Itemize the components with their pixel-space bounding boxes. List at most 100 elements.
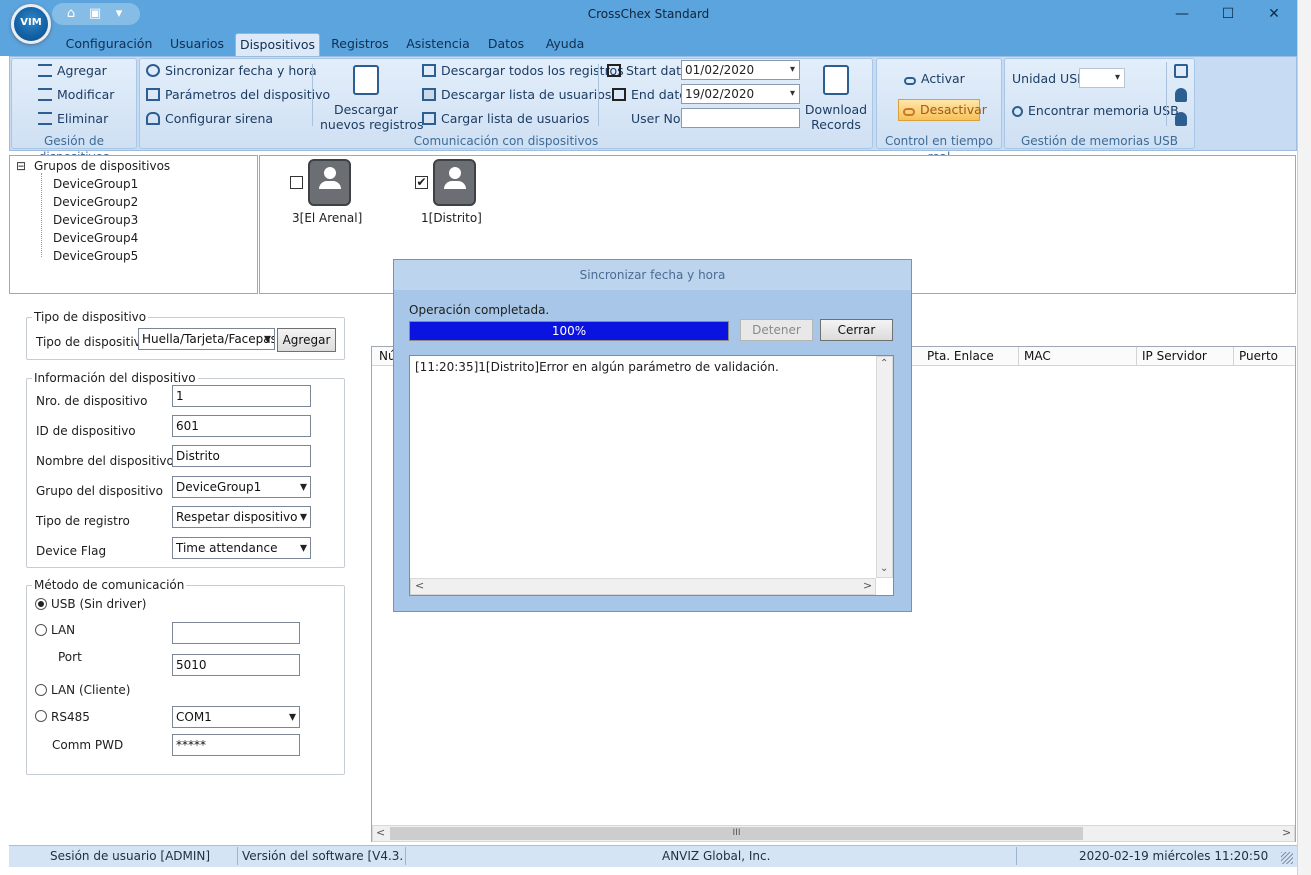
group-label: Control en tiempo real (884, 134, 994, 164)
scroll-up-icon[interactable]: ⌃ (880, 358, 888, 369)
device-number-field[interactable]: 1 (172, 385, 311, 407)
collapse-icon[interactable]: ⊟ (16, 159, 26, 173)
modify-device-button[interactable]: Modificar (38, 85, 114, 105)
app-logo[interactable]: VIM (11, 4, 51, 44)
device-label-distrito[interactable]: 1[Distrito] (421, 211, 482, 225)
unlink-icon (903, 108, 915, 116)
tab-datos[interactable]: Datos (484, 33, 528, 56)
scroll-left-icon[interactable]: < (415, 579, 424, 592)
user-upload-icon[interactable] (1175, 88, 1187, 102)
home-icon[interactable]: ⌂ (61, 5, 81, 23)
com-port-select[interactable]: COM1 (172, 706, 300, 728)
delete-device-button[interactable]: Eliminar (38, 109, 108, 129)
progress-text: 100% (551, 324, 587, 338)
scroll-down-icon[interactable]: ⌄ (880, 563, 888, 574)
download-users-button[interactable]: Descargar lista de usuarios (422, 85, 611, 105)
tree-item-devicegroup5[interactable]: DeviceGroup5 (53, 249, 138, 263)
scroll-left-icon[interactable]: < (376, 826, 385, 839)
usb-radio-label[interactable]: USB (Sin driver) (51, 597, 146, 611)
device-group-select[interactable]: DeviceGroup1 (172, 476, 311, 498)
window-title: CrossChex Standard (587, 7, 710, 21)
add-type-button[interactable]: Agregar (277, 328, 336, 352)
tab-usuarios[interactable]: Usuarios (166, 33, 228, 56)
device-info-legend: Información del dispositivo (32, 371, 198, 385)
tree-item-devicegroup1[interactable]: DeviceGroup1 (53, 177, 138, 191)
scroll-right-icon[interactable]: > (863, 579, 872, 592)
upload-users-button[interactable]: Cargar lista de usuarios (422, 109, 589, 129)
lan-ip-field[interactable] (172, 622, 300, 644)
usb-radio[interactable] (35, 598, 47, 610)
end-date-picker[interactable]: 19/02/2020 (681, 84, 800, 104)
add-device-button[interactable]: Agregar (38, 61, 107, 81)
download-all-records-button[interactable]: Descargar todos los registros (422, 61, 624, 81)
column-header-server-ip[interactable]: IP Servidor (1137, 347, 1234, 366)
fingerprint-device-icon[interactable] (308, 159, 351, 206)
comm-pwd-field[interactable]: ***** (172, 734, 300, 756)
calendar-icon (607, 64, 621, 77)
customize-menu-icon[interactable]: ▾ (109, 5, 129, 23)
device-name-field[interactable]: Distrito (172, 445, 311, 467)
rs485-radio-label[interactable]: RS485 (51, 710, 90, 724)
lan-client-radio-label[interactable]: LAN (Cliente) (51, 683, 130, 697)
configure-siren-button[interactable]: Configurar sirena (146, 109, 273, 129)
log-vertical-scrollbar[interactable] (876, 356, 893, 578)
lan-radio-label[interactable]: LAN (51, 623, 75, 637)
tab-configuracion[interactable]: Configuración (62, 33, 156, 56)
tab-ayuda[interactable]: Ayuda (538, 33, 592, 56)
device-checkbox-distrito[interactable]: ✔ (415, 176, 428, 189)
fingerprint-device-icon[interactable] (433, 159, 476, 206)
comm-pwd-label: Comm PWD (52, 738, 124, 752)
lan-radio[interactable] (35, 624, 47, 636)
stop-button[interactable]: Detener (740, 319, 813, 341)
column-header-port[interactable]: Puerto (1234, 347, 1295, 366)
record-type-select[interactable]: Respetar dispositivo (172, 506, 311, 528)
tab-dispositivos[interactable]: Dispositivos (235, 33, 320, 56)
column-header-gateway[interactable]: Pta. Enlace (922, 347, 1019, 366)
dialog-close-button[interactable]: Cerrar (820, 319, 893, 341)
activate-button[interactable]: Activar (904, 69, 965, 89)
usb-import-icon[interactable] (1174, 64, 1188, 78)
tree-line (41, 173, 42, 257)
log-horizontal-scrollbar[interactable] (410, 578, 876, 595)
column-header-mac[interactable]: MAC (1019, 347, 1137, 366)
tab-registros[interactable]: Registros (328, 33, 392, 56)
lan-client-radio[interactable] (35, 684, 47, 696)
find-usb-button[interactable]: Encontrar memoria USB (1012, 101, 1179, 121)
user-no-input[interactable] (681, 108, 800, 128)
save-icon[interactable]: ▣ (85, 5, 105, 23)
start-date-picker[interactable]: 01/02/2020 (681, 60, 800, 80)
port-field[interactable]: 5010 (172, 654, 300, 676)
device-type-select[interactable]: Huella/Tarjeta/Facepass (138, 328, 275, 350)
user-download-icon[interactable] (1175, 112, 1187, 126)
end-date-label: End date (612, 85, 687, 105)
device-label-el-arenal[interactable]: 3[El Arenal] (292, 211, 362, 225)
device-number-label: Nro. de dispositivo (36, 394, 148, 408)
log-textbox[interactable] (409, 355, 894, 596)
sync-time-button[interactable]: Sincronizar fecha y hora (146, 61, 317, 81)
tree-item-devicegroup3[interactable]: DeviceGroup3 (53, 213, 138, 227)
separator (312, 64, 313, 126)
tab-asistencia[interactable]: Asistencia (402, 33, 474, 56)
scroll-thumb[interactable]: III (390, 827, 1083, 840)
device-id-field[interactable]: 601 (172, 415, 311, 437)
tree-root-label[interactable]: Grupos de dispositivos (34, 159, 170, 173)
download-records-button[interactable]: Download Records (803, 62, 869, 134)
tree-item-devicegroup2[interactable]: DeviceGroup2 (53, 195, 138, 209)
deactivate-button[interactable]: Desactivar (898, 99, 987, 121)
rs485-radio[interactable] (35, 710, 47, 722)
upload-icon (422, 112, 436, 125)
usb-drive-select[interactable] (1079, 68, 1125, 88)
resize-grip-icon[interactable] (1281, 852, 1293, 864)
delete-list-icon (38, 112, 52, 125)
download-new-records-button[interactable]: Descargar nuevos registros (320, 62, 423, 134)
status-version: Versión del software [V4.3.12.0 (242, 849, 404, 863)
minimize-button[interactable]: — (1159, 0, 1205, 28)
tree-item-devicegroup4[interactable]: DeviceGroup4 (53, 231, 138, 245)
device-params-button[interactable]: Parámetros del dispositivo (146, 85, 330, 105)
device-group-label: Grupo del dispositivo (36, 484, 163, 498)
maximize-button[interactable]: ☐ (1205, 0, 1251, 28)
scroll-right-icon[interactable]: > (1282, 826, 1291, 839)
close-button[interactable]: ✕ (1251, 0, 1297, 28)
device-checkbox-el-arenal[interactable] (290, 176, 303, 189)
device-flag-select[interactable]: Time attendance (172, 537, 311, 559)
